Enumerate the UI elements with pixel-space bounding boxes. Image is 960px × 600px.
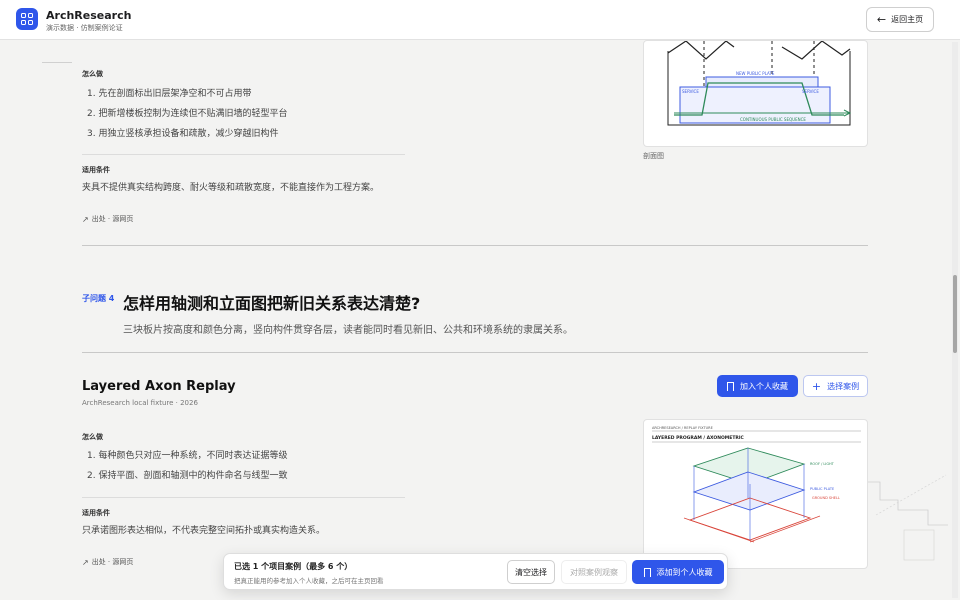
diagram-label-service-right: SERVICE <box>802 89 819 94</box>
add-to-favorites-button[interactable]: 添加到个人收藏 <box>632 560 724 584</box>
diagram-label-roof: ROOF / LIGHT <box>810 462 835 466</box>
selection-hint: 把真正能用的参考加入个人收藏，之后可在主页回看 <box>234 577 384 585</box>
select-case-button[interactable]: + 选择案例 <box>803 375 868 397</box>
source-link[interactable]: ↗ 出处 · 源网页 <box>82 557 133 567</box>
diagram-label-ground: GROUND SHELL <box>812 496 840 500</box>
subquestion-title: 怎样用轴测和立面图把新旧关系表达清楚? <box>123 294 421 313</box>
how-label: 怎么做 <box>82 70 103 78</box>
divider <box>82 497 405 498</box>
selection-count: 已选 1 个项目案例（最多 6 个） <box>234 562 353 571</box>
diagram-label-plate: NEW PUBLIC PLATE <box>736 71 775 76</box>
condition-label: 适用条件 <box>82 166 110 174</box>
step-item: 1. 每种颜色只对应一种系统，不同时表达证据等级 <box>87 451 288 461</box>
bookmark-icon <box>727 381 734 391</box>
brand-title: ArchResearch <box>46 9 132 22</box>
compare-cases-button[interactable]: 对照案例观察 <box>561 560 627 584</box>
condition-text: 夹具不提供真实结构跨度、耐火等级和疏散宽度，不能直接作为工程方案。 <box>82 183 380 193</box>
section-diagram: NEW PUBLIC PLATE SERVICE SERVICE CONTINU… <box>667 41 852 126</box>
divider <box>82 154 405 155</box>
selection-bar: 已选 1 个项目案例（最多 6 个） 把真正能用的参考加入个人收藏，之后可在主页… <box>223 553 728 590</box>
app-grid-icon <box>16 8 38 30</box>
diagram-label-continuous: CONTINUOUS PUBLIC SEQUENCE <box>740 117 806 122</box>
diagram-heading: LAYERED PROGRAM / AXONOMETRIC <box>652 435 745 441</box>
brand-subtitle: 演示数据 · 仿制案例论证 <box>46 24 123 32</box>
back-home-button[interactable]: ← 返回主页 <box>866 7 934 32</box>
diagram-label-public: PUBLIC PLATE <box>810 487 834 491</box>
back-home-label: 返回主页 <box>891 15 924 24</box>
add-to-favorites-label: 添加到个人收藏 <box>656 567 713 577</box>
section-marker <box>42 62 72 63</box>
axon-diagram: ARCHRESEARCH / REPLAY FIXTURE LAYERED PR… <box>652 426 861 543</box>
image-caption: 剖面图 <box>643 152 664 160</box>
step-item: 3. 用独立竖核承担设备和疏散，减少穿越旧构件 <box>87 129 279 139</box>
diagram-fixture-label: ARCHRESEARCH / REPLAY FIXTURE <box>652 426 713 430</box>
arrow-left-icon: ← <box>876 13 887 26</box>
condition-label: 适用条件 <box>82 509 110 517</box>
case-title: Layered Axon Replay <box>82 379 236 394</box>
external-link-icon: ↗ <box>82 214 89 224</box>
add-favorite-button[interactable]: 加入个人收藏 <box>717 375 798 397</box>
step-item: 2. 保持平面、剖面和轴测中的构件命名与线型一致 <box>87 471 288 481</box>
diagram-label-service-left: SERVICE <box>682 89 699 94</box>
add-favorite-label: 加入个人收藏 <box>740 381 788 391</box>
step-item: 1. 先在剖面标出旧层架净空和不可占用带 <box>87 89 252 99</box>
source-label: 出处 · 源网页 <box>91 215 134 223</box>
plus-icon: + <box>811 379 822 393</box>
clear-selection-button[interactable]: 清空选择 <box>507 560 555 584</box>
source-label: 出处 · 源网页 <box>91 558 134 566</box>
case-meta: ArchResearch local fixture · 2026 <box>82 399 198 407</box>
how-label: 怎么做 <box>82 433 103 441</box>
source-link[interactable]: ↗ 出处 · 源网页 <box>82 214 133 224</box>
section-diagram-image[interactable]: NEW PUBLIC PLATE SERVICE SERVICE CONTINU… <box>643 40 868 147</box>
subquestion-description: 三块板片按高度和颜色分离，竖向构件贯穿各层，读者能同时看见新旧、公共和环境系统的… <box>123 325 573 336</box>
axon-diagram-image[interactable]: ARCHRESEARCH / REPLAY FIXTURE LAYERED PR… <box>643 419 868 569</box>
subquestion-tag: 子问题 4 <box>82 294 115 303</box>
app-header: ArchResearch 演示数据 · 仿制案例论证 ← 返回主页 <box>0 0 960 40</box>
select-case-label: 选择案例 <box>827 381 860 391</box>
external-link-icon: ↗ <box>82 557 89 567</box>
section-divider <box>82 245 868 246</box>
step-item: 2. 把新增楼板控制为连续但不贴满旧墙的轻型平台 <box>87 109 288 119</box>
scrollbar-thumb[interactable] <box>953 275 957 353</box>
bookmark-icon <box>643 567 651 577</box>
background-sketch <box>868 474 948 561</box>
section-divider <box>82 352 868 353</box>
condition-text: 只承诺图形表达相似，不代表完整空间拓扑或真实构造关系。 <box>82 526 326 536</box>
